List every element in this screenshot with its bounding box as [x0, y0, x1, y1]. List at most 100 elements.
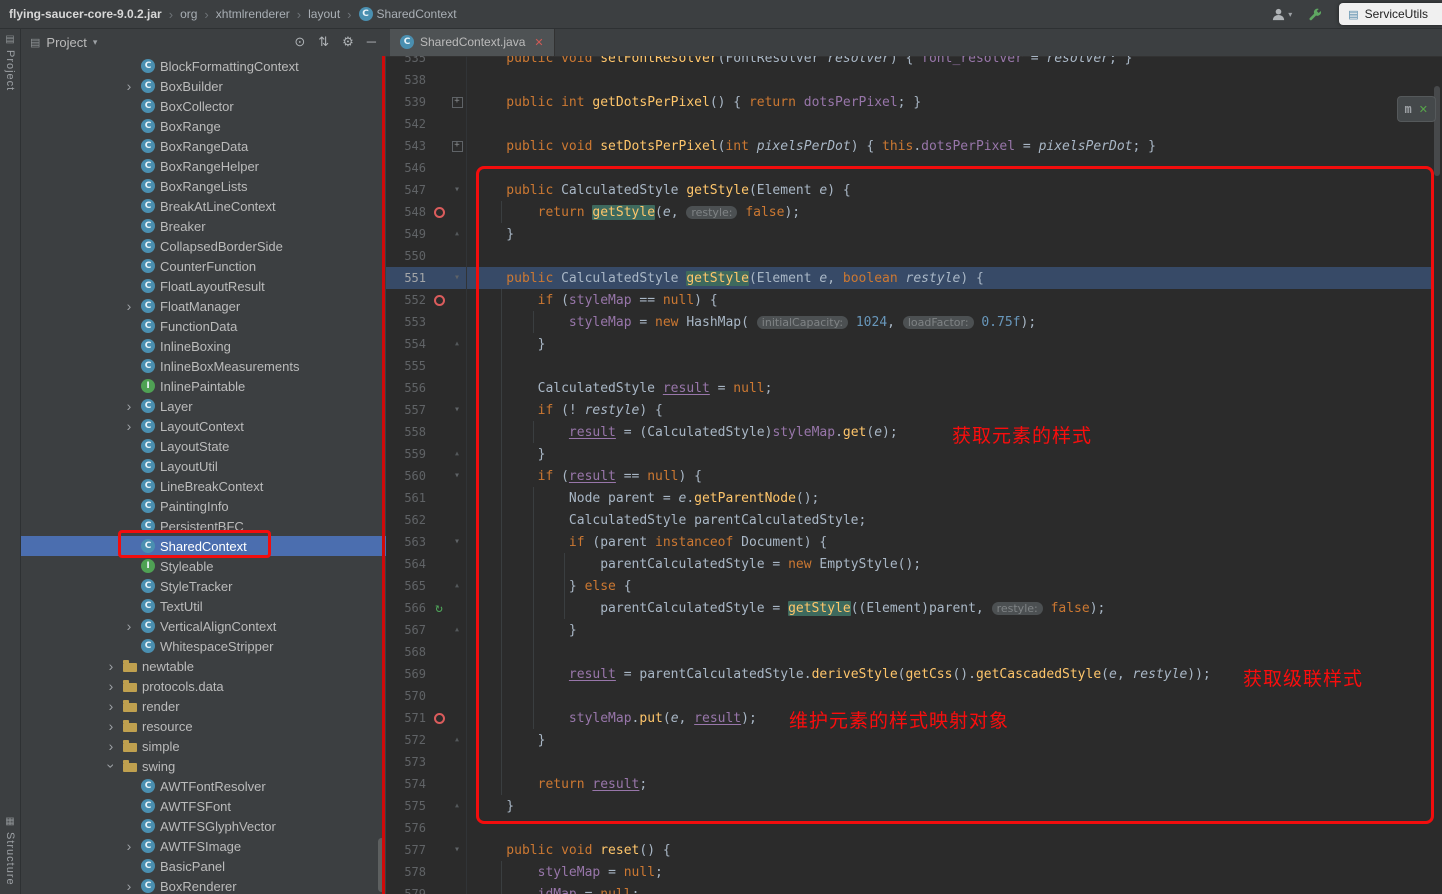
- tool-button-project[interactable]: ▤ Project: [0, 34, 20, 91]
- code-line-550[interactable]: 550: [386, 245, 1432, 267]
- tree-item-floatlayoutresult[interactable]: CFloatLayoutResult: [20, 276, 386, 296]
- tree-item-protocols-data[interactable]: ›protocols.data: [20, 676, 386, 696]
- tree-item-swing[interactable]: ›swing: [20, 756, 386, 776]
- fold-start-icon[interactable]: ▾: [448, 845, 466, 855]
- fold-end-icon[interactable]: ▴: [448, 229, 466, 239]
- chevron-right-icon[interactable]: ›: [104, 740, 118, 752]
- fold-start-icon[interactable]: ▾: [448, 273, 466, 283]
- tree-item-whitespacestripper[interactable]: CWhitespaceStripper: [20, 636, 386, 656]
- tree-item-sharedcontext[interactable]: CSharedContext: [20, 536, 386, 556]
- tree-item-awtfsfont[interactable]: CAWTFSFont: [20, 796, 386, 816]
- tree-item-styleable[interactable]: IStyleable: [20, 556, 386, 576]
- chevron-down-icon[interactable]: ›: [104, 760, 118, 772]
- tree-item-textutil[interactable]: CTextUtil: [20, 596, 386, 616]
- code-line-548[interactable]: 548 return getStyle(e, restyle: false);: [386, 201, 1432, 223]
- tree-item-breakatlinecontext[interactable]: CBreakAtLineContext: [20, 196, 386, 216]
- tree-item-verticalaligncontext[interactable]: ›CVerticalAlignContext: [20, 616, 386, 636]
- breadcrumb-item[interactable]: layout: [308, 7, 340, 21]
- fold-end-icon[interactable]: ▴: [448, 735, 466, 745]
- tree-item-floatmanager[interactable]: ›CFloatManager: [20, 296, 386, 316]
- user-account-button[interactable]: ▾: [1271, 7, 1292, 22]
- tree-item-newtable[interactable]: ›newtable: [20, 656, 386, 676]
- code-line-564[interactable]: 564 parentCalculatedStyle = new EmptySty…: [386, 553, 1432, 575]
- code-line-555[interactable]: 555: [386, 355, 1432, 377]
- fold-end-icon[interactable]: ▴: [448, 801, 466, 811]
- fold-end-icon[interactable]: ▴: [448, 581, 466, 591]
- code-line-575[interactable]: 575▴ }: [386, 795, 1432, 817]
- code-line-568[interactable]: 568: [386, 641, 1432, 663]
- code-line-543[interactable]: 543+ public void setDotsPerPixel(int pix…: [386, 135, 1432, 157]
- tree-item-awtfontresolver[interactable]: CAWTFontResolver: [20, 776, 386, 796]
- code-line-566[interactable]: 566↻ parentCalculatedStyle = getStyle((E…: [386, 597, 1432, 619]
- tree-item-render[interactable]: ›render: [20, 696, 386, 716]
- tree-item-boxrenderer[interactable]: ›CBoxRenderer: [20, 876, 386, 894]
- editor-tab-sharedcontext[interactable]: C SharedContext.java ✕: [390, 28, 555, 56]
- code-line-556[interactable]: 556 CalculatedStyle result = null;: [386, 377, 1432, 399]
- code-line-577[interactable]: 577▾ public void reset() {: [386, 839, 1432, 861]
- code-line-562[interactable]: 562 CalculatedStyle parentCalculatedStyl…: [386, 509, 1432, 531]
- fold-end-icon[interactable]: ▴: [448, 449, 466, 459]
- widget-close-icon[interactable]: ✕: [1419, 103, 1428, 116]
- breadcrumb-item[interactable]: flying-saucer-core-9.0.2.jar: [9, 7, 162, 21]
- code-line-553[interactable]: 553 styleMap = new HashMap( initialCapac…: [386, 311, 1432, 333]
- editor-scrollbar[interactable]: [1432, 56, 1442, 894]
- tree-item-linebreakcontext[interactable]: CLineBreakContext: [20, 476, 386, 496]
- chevron-right-icon[interactable]: ›: [104, 660, 118, 672]
- fold-end-icon[interactable]: ▴: [448, 339, 466, 349]
- code-line-535[interactable]: 535 public void setFontResolver(FontReso…: [386, 56, 1432, 69]
- tree-item-boxcollector[interactable]: CBoxCollector: [20, 96, 386, 116]
- fold-start-icon[interactable]: ▾: [448, 471, 466, 481]
- fold-end-icon[interactable]: ▴: [448, 625, 466, 635]
- fold-expand-icon[interactable]: +: [448, 96, 466, 108]
- collapse-all-button[interactable]: ⇅: [318, 34, 329, 50]
- breadcrumb-item[interactable]: xhtmlrenderer: [216, 7, 290, 21]
- tree-item-counterfunction[interactable]: CCounterFunction: [20, 256, 386, 276]
- code-line-570[interactable]: 570: [386, 685, 1432, 707]
- tree-item-resource[interactable]: ›resource: [20, 716, 386, 736]
- tree-item-inlineboxmeasurements[interactable]: CInlineBoxMeasurements: [20, 356, 386, 376]
- code-line-546[interactable]: 546: [386, 157, 1432, 179]
- tree-item-simple[interactable]: ›simple: [20, 736, 386, 756]
- tree-item-blockformattingcontext[interactable]: CBlockFormattingContext: [20, 56, 386, 76]
- code-line-554[interactable]: 554▴ }: [386, 333, 1432, 355]
- code-line-542[interactable]: 542: [386, 113, 1432, 135]
- chevron-right-icon[interactable]: ›: [122, 840, 136, 852]
- floating-tab-serviceutils[interactable]: ▤ ServiceUtils: [1339, 3, 1442, 25]
- tree-item-boxrange[interactable]: CBoxRange: [20, 116, 386, 136]
- chevron-right-icon[interactable]: ›: [122, 420, 136, 432]
- tree-item-styletracker[interactable]: CStyleTracker: [20, 576, 386, 596]
- tree-item-boxrangelists[interactable]: CBoxRangeLists: [20, 176, 386, 196]
- code-line-572[interactable]: 572▴ }: [386, 729, 1432, 751]
- wrench-button[interactable]: [1308, 7, 1323, 22]
- chevron-right-icon[interactable]: ›: [122, 400, 136, 412]
- code-line-579[interactable]: 579 idMap = null;: [386, 883, 1432, 894]
- tree-item-inlineboxing[interactable]: CInlineBoxing: [20, 336, 386, 356]
- code-line-573[interactable]: 573: [386, 751, 1432, 773]
- tree-item-awtfsimage[interactable]: ›CAWTFSImage: [20, 836, 386, 856]
- code-line-563[interactable]: 563▾ if (parent instanceof Document) {: [386, 531, 1432, 553]
- fold-start-icon[interactable]: ▾: [448, 537, 466, 547]
- code-line-576[interactable]: 576: [386, 817, 1432, 839]
- chevron-down-icon[interactable]: ▾: [93, 37, 98, 48]
- code-line-538[interactable]: 538: [386, 69, 1432, 91]
- code-line-565[interactable]: 565▴ } else {: [386, 575, 1432, 597]
- code-line-560[interactable]: 560▾ if (result == null) {: [386, 465, 1432, 487]
- breakpoint-icon[interactable]: [430, 295, 448, 306]
- fold-start-icon[interactable]: ▾: [448, 405, 466, 415]
- tree-item-layer[interactable]: ›CLayer: [20, 396, 386, 416]
- fold-expand-icon[interactable]: +: [448, 140, 466, 152]
- chevron-right-icon[interactable]: ›: [122, 880, 136, 892]
- code-line-559[interactable]: 559▴ }: [386, 443, 1432, 465]
- tree-item-boxbuilder[interactable]: ›CBoxBuilder: [20, 76, 386, 96]
- code-editor[interactable]: 535 public void setFontResolver(FontReso…: [386, 56, 1442, 894]
- project-scrollbar[interactable]: [378, 838, 385, 892]
- chevron-right-icon[interactable]: ›: [104, 680, 118, 692]
- code-line-557[interactable]: 557▾ if (! restyle) {: [386, 399, 1432, 421]
- tree-item-functiondata[interactable]: CFunctionData: [20, 316, 386, 336]
- tab-close-icon[interactable]: ✕: [534, 36, 543, 49]
- code-line-552[interactable]: 552 if (styleMap == null) {: [386, 289, 1432, 311]
- breadcrumb-item[interactable]: CSharedContext: [359, 7, 457, 21]
- tree-item-breaker[interactable]: CBreaker: [20, 216, 386, 236]
- tree-item-collapsedborderside[interactable]: CCollapsedBorderSide: [20, 236, 386, 256]
- code-line-574[interactable]: 574 return result;: [386, 773, 1432, 795]
